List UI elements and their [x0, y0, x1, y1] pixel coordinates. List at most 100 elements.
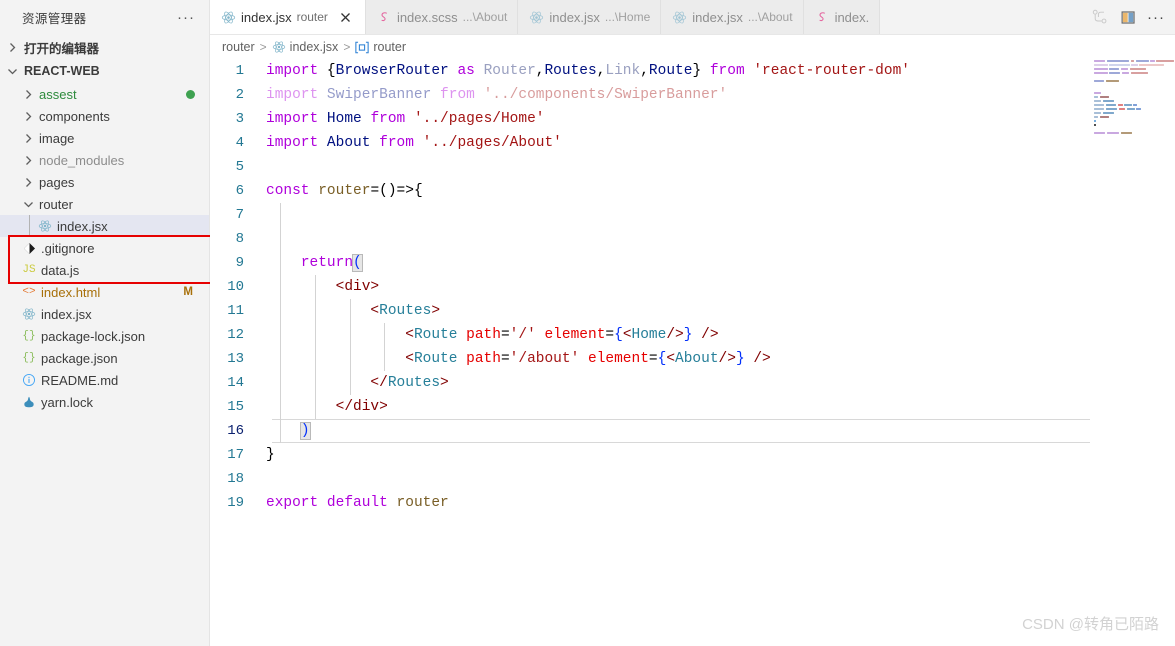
sidebar-file-label: package-lock.json [41, 328, 146, 344]
code-line-17[interactable]: 17} [210, 443, 1175, 467]
sidebar-folder-label: pages [39, 174, 75, 190]
tab-name: index.jsx [692, 9, 743, 25]
line-number: 7 [235, 207, 244, 223]
code-line-15[interactable]: 15 </div> [210, 395, 1175, 419]
sidebar-folder-router[interactable]: router [0, 193, 209, 215]
split-editor-icon[interactable] [1115, 2, 1141, 32]
sidebar-folder-assest[interactable]: assest [0, 83, 209, 105]
line-number: 10 [227, 279, 244, 295]
line-number: 16 [227, 423, 244, 439]
chevron-right-icon [4, 39, 20, 55]
breadcrumb-label: index.jsx [289, 40, 339, 54]
code-line-1[interactable]: 1 import {BrowserRouter as Router,Routes,… [210, 59, 1175, 83]
run-and-debug-icon[interactable] [1087, 2, 1113, 32]
sidebar-file-package-json[interactable]: {} package.json [0, 347, 209, 369]
git-status-badge: M [183, 286, 193, 298]
editor-tab-2[interactable]: index.jsx ...\Home [518, 0, 662, 34]
more-actions-icon[interactable]: ··· [1143, 2, 1169, 32]
tab-description: ...\About [747, 10, 793, 24]
line-content: import {BrowserRouter as Router,Routes,L… [266, 63, 910, 79]
open-editors-label: 打开的编辑器 [24, 41, 100, 56]
tab-name: index.jsx [549, 9, 600, 25]
editor-tab-3[interactable]: index.jsx ...\About [661, 0, 804, 34]
code-line-9[interactable]: 9 return( [210, 251, 1175, 275]
chevron-down-icon [4, 63, 20, 79]
sidebar-file--gitignore[interactable]: .gitignore [0, 237, 209, 259]
line-number: 18 [227, 471, 244, 487]
react-icon [272, 40, 286, 54]
sidebar-folder-pages[interactable]: pages [0, 171, 209, 193]
code-line-6[interactable]: 6 const router=()=>{ [210, 179, 1175, 203]
line-number: 9 [235, 255, 244, 271]
breadcrumb-item-2[interactable]: router [355, 40, 406, 54]
sidebar-folder-node_modules[interactable]: node_modules [0, 149, 209, 171]
breadcrumb-label: router [222, 40, 255, 54]
code-line-4[interactable]: 4 import About from '../pages/About' [210, 131, 1175, 155]
sidebar-file-router-index-jsx[interactable]: index.jsx [0, 215, 209, 237]
line-content: <Routes> [370, 303, 441, 319]
sidebar-file-index-html[interactable]: <> index.html M [0, 281, 209, 303]
line-number: 4 [235, 135, 244, 151]
tab-description: ...\About [462, 10, 508, 24]
breadcrumb-separator: > [343, 40, 351, 54]
code-line-12[interactable]: 12 <Route path='/' element={<Home/>} /> [210, 323, 1175, 347]
sidebar-folder-image[interactable]: image [0, 127, 209, 149]
json-icon: {} [22, 330, 36, 342]
sidebar-file-readme-md[interactable]: README.md [0, 369, 209, 391]
project-root-section[interactable]: REACT-WEB [0, 59, 209, 83]
minimap[interactable] [1090, 59, 1175, 646]
line-number: 5 [235, 159, 244, 175]
symbol-variable-icon [355, 41, 369, 54]
line-number: 1 [235, 63, 244, 79]
code-editor[interactable]: 1 import {BrowserRouter as Router,Routes,… [210, 59, 1175, 646]
json-icon: {} [22, 352, 36, 364]
sidebar-file-label: yarn.lock [41, 394, 94, 410]
react-icon [20, 307, 38, 321]
explorer-more-icon[interactable]: ··· [175, 10, 197, 25]
editor-tab-4[interactable]: index. [803, 0, 881, 34]
code-line-16[interactable]: 16 ) [210, 419, 1175, 443]
line-content: <div> [335, 279, 380, 295]
sidebar-file-yarn-lock[interactable]: yarn.lock [0, 391, 209, 413]
code-line-5[interactable]: 5 [210, 155, 1175, 179]
sidebar-folder-label: assest [39, 86, 77, 102]
sidebar-file-package-lock-json[interactable]: {} package-lock.json [0, 325, 209, 347]
code-line-19[interactable]: 19 export default router [210, 491, 1175, 515]
html-icon: <> [22, 286, 36, 298]
sidebar-file-data-js[interactable]: JS data.js [0, 259, 209, 281]
code-line-11[interactable]: 11 <Routes> [210, 299, 1175, 323]
code-line-7[interactable]: 7 [210, 203, 1175, 227]
line-number: 17 [227, 447, 244, 463]
line-number: 2 [235, 87, 244, 103]
sidebar-file-label: package.json [41, 350, 118, 366]
breadcrumb-item-1[interactable]: index.jsx [272, 40, 339, 54]
react-icon [36, 219, 54, 233]
line-content: import SwiperBanner from '../components/… [266, 87, 728, 103]
code-line-14[interactable]: 14 </Routes> [210, 371, 1175, 395]
code-line-18[interactable]: 18 [210, 467, 1175, 491]
watermark: CSDN @转角已陌路 [1022, 616, 1159, 633]
editor-tab-bar: index.jsx router index.scss ...\About index.… [210, 0, 1175, 35]
chevron-right-icon [20, 108, 36, 124]
sidebar-file-index-jsx[interactable]: index.jsx [0, 303, 209, 325]
code-line-13[interactable]: 13 <Route path='/about' element={<About/… [210, 347, 1175, 371]
sidebar-folder-label: router [39, 196, 73, 212]
code-line-8[interactable]: 8 [210, 227, 1175, 251]
sidebar-file-label: .gitignore [41, 240, 95, 256]
minimap-line-19 [1090, 131, 1175, 135]
line-number: 12 [227, 327, 244, 343]
react-icon [529, 10, 544, 25]
sidebar-folder-components[interactable]: components [0, 105, 209, 127]
code-line-2[interactable]: 2 import SwiperBanner from '../components… [210, 83, 1175, 107]
line-content: <Route path='/' element={<Home/>} /> [405, 327, 719, 343]
line-number: 6 [235, 183, 244, 199]
sidebar-file-label: index.html [41, 284, 101, 300]
editor-tab-0[interactable]: index.jsx router [210, 0, 366, 34]
open-editors-section[interactable]: 打开的编辑器 [0, 35, 209, 59]
editor-tab-1[interactable]: index.scss ...\About [365, 0, 519, 34]
tab-close-icon[interactable] [337, 8, 355, 26]
breadcrumb-item-0[interactable]: router [222, 40, 255, 54]
code-line-10[interactable]: 10 <div> [210, 275, 1175, 299]
code-line-3[interactable]: 3 import Home from '../pages/Home' [210, 107, 1175, 131]
code-lines[interactable]: 1 import {BrowserRouter as Router,Routes,… [210, 59, 1175, 515]
